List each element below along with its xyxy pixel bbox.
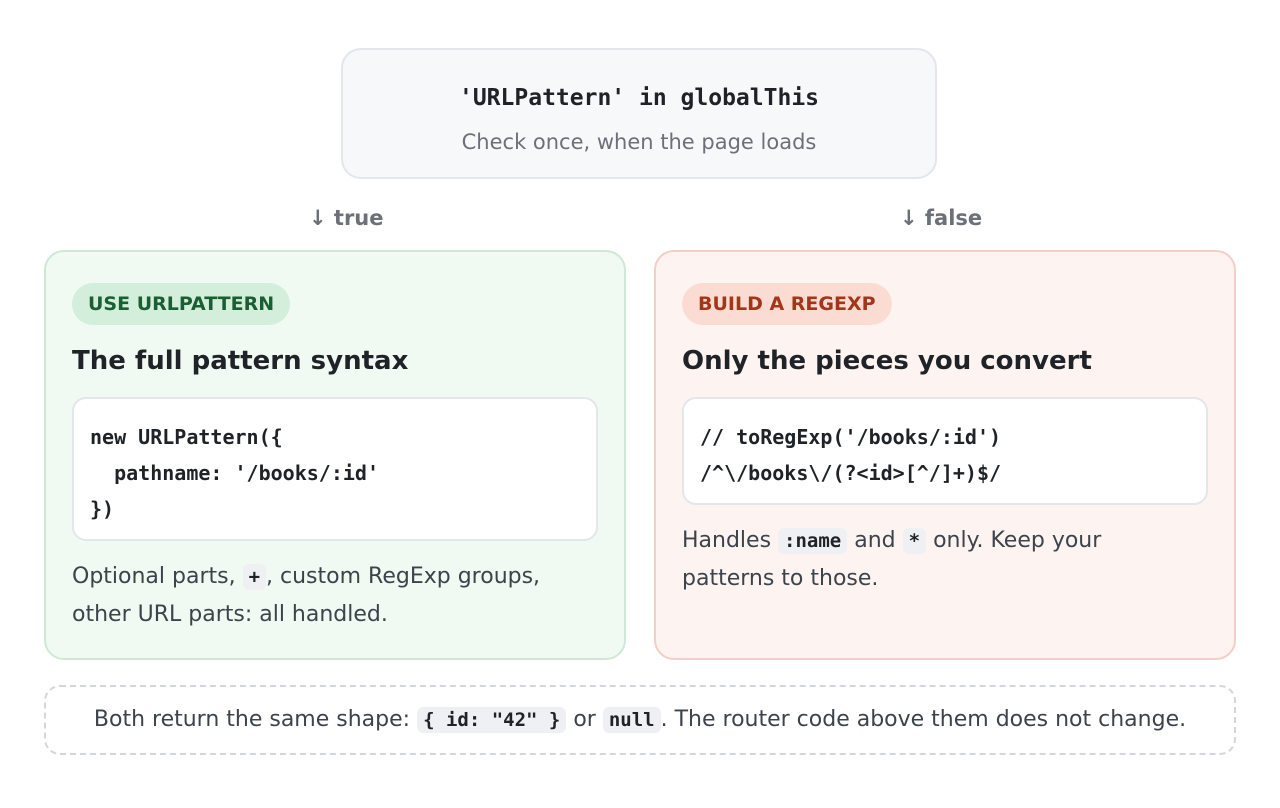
regexp-code-block: // toRegExp('/books/:id') /^\/books\/(?<… bbox=[682, 397, 1208, 505]
code-line: pathname: '/books/:id' bbox=[90, 461, 379, 485]
note-text: Both return the same shape: bbox=[93, 707, 418, 732]
code-line: new URLPattern({ bbox=[90, 425, 283, 449]
urlpattern-code-block: new URLPattern({ pathname: '/books/:id' … bbox=[72, 397, 598, 541]
urlpattern-title: The full pattern syntax bbox=[72, 346, 409, 376]
urlpattern-pill: USE URLPATTERN bbox=[72, 283, 291, 325]
description-text: and bbox=[847, 528, 903, 553]
true-branch-label: ↓ true bbox=[309, 206, 384, 230]
urlpattern-description: Optional parts, +, custom RegExp groups,… bbox=[72, 558, 584, 633]
null-chip: null bbox=[602, 707, 661, 733]
urlpattern-panel: USE URLPATTERN The full pattern syntax n… bbox=[44, 250, 626, 660]
code-line: /^\/books\/(?<id>[^/]+)$/ bbox=[700, 461, 1002, 485]
plus-chip: + bbox=[242, 564, 267, 590]
description-text: Handles bbox=[682, 528, 779, 553]
regexp-title: Only the pieces you convert bbox=[682, 346, 1092, 376]
feature-check-box: 'URLPattern' in globalThis Check once, w… bbox=[341, 48, 937, 179]
feature-check-code: 'URLPattern' in globalThis bbox=[458, 85, 820, 111]
note-text: . The router code above them does not ch… bbox=[660, 707, 1187, 732]
star-chip: * bbox=[902, 528, 927, 554]
summary-note: Both return the same shape: { id: "42" }… bbox=[44, 685, 1236, 755]
regexp-panel: BUILD A REGEXP Only the pieces you conve… bbox=[654, 250, 1236, 660]
regexp-pill: BUILD A REGEXP bbox=[682, 283, 892, 325]
name-chip: :name bbox=[778, 528, 848, 554]
code-line: }) bbox=[90, 497, 115, 521]
note-text: or bbox=[566, 707, 603, 732]
description-text: Optional parts, bbox=[72, 564, 243, 589]
feature-check-subtitle: Check once, when the page loads bbox=[461, 130, 817, 154]
code-line: // toRegExp('/books/:id') bbox=[700, 425, 1002, 449]
regexp-description: Handles :name and * only. Keep your patt… bbox=[682, 522, 1194, 597]
result-chip: { id: "42" } bbox=[417, 707, 567, 733]
false-branch-label: ↓ false bbox=[900, 206, 983, 230]
